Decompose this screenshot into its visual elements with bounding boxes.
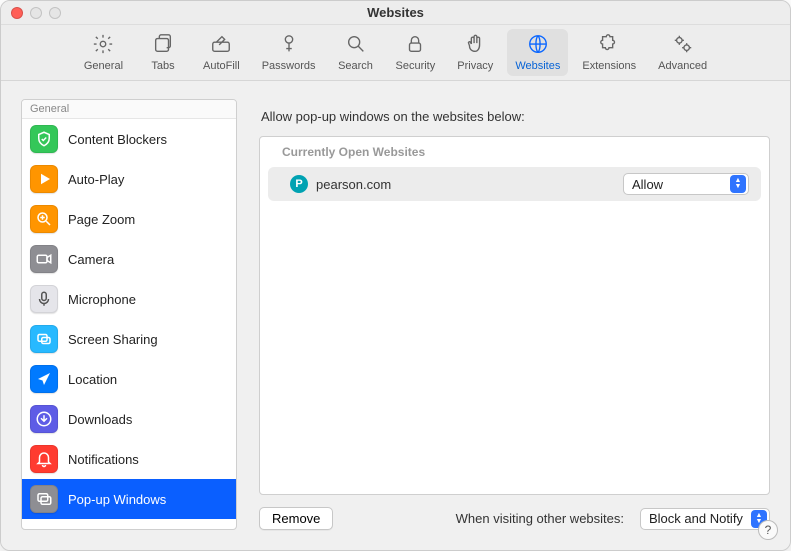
toolbar-label: General (84, 60, 123, 72)
default-policy-select[interactable]: Block and Notify ▲▼ (640, 508, 770, 530)
search-icon (345, 33, 367, 58)
hand-icon (464, 33, 486, 58)
sidebar-item-label: Notifications (68, 452, 139, 467)
toolbar-label: Privacy (457, 60, 493, 72)
site-permission-select[interactable]: Allow ▲▼ (623, 173, 749, 195)
window-title: Websites (1, 5, 790, 20)
sidebar-item-label: Downloads (68, 412, 132, 427)
pencil-box-icon (210, 33, 232, 58)
download-icon (30, 405, 58, 433)
website-row[interactable]: P pearson.com Allow ▲▼ (268, 167, 761, 201)
location-arrow-icon (30, 365, 58, 393)
sidebar-section-header: General (22, 100, 236, 119)
help-button[interactable]: ? (758, 520, 778, 540)
toolbar-label: Security (396, 60, 436, 72)
toolbar-label: Tabs (151, 60, 174, 72)
tabs-icon (152, 33, 174, 58)
sidebar-item-location[interactable]: Location (22, 359, 236, 399)
toolbar-label: Extensions (582, 60, 636, 72)
toolbar-security[interactable]: Security (388, 29, 444, 76)
sidebar-item-notifications[interactable]: Notifications (22, 439, 236, 479)
sidebar-item-camera[interactable]: Camera (22, 239, 236, 279)
sidebar-item-downloads[interactable]: Downloads (22, 399, 236, 439)
gear-icon (92, 33, 114, 58)
toolbar-privacy[interactable]: Privacy (449, 29, 501, 76)
toolbar-label: Search (338, 60, 373, 72)
microphone-icon (30, 285, 58, 313)
pane-header: Allow pop-up windows on the websites bel… (261, 109, 770, 124)
sidebar-item-microphone[interactable]: Microphone (22, 279, 236, 319)
key-icon (278, 33, 300, 58)
default-policy-label: When visiting other websites: (456, 511, 624, 526)
puzzle-icon (598, 33, 620, 58)
lock-icon (404, 33, 426, 58)
camera-icon (30, 245, 58, 273)
sidebar-item-label: Auto-Play (68, 172, 124, 187)
toolbar-label: Passwords (262, 60, 316, 72)
remove-button[interactable]: Remove (259, 507, 333, 530)
toolbar-general[interactable]: General (76, 29, 131, 76)
toolbar-extensions[interactable]: Extensions (574, 29, 644, 76)
gears-icon (672, 33, 694, 58)
zoom-icon (30, 205, 58, 233)
sidebar-item-label: Content Blockers (68, 132, 167, 147)
screens-icon (30, 325, 58, 353)
toolbar-autofill[interactable]: AutoFill (195, 29, 248, 76)
sidebar-item-popup-windows[interactable]: Pop-up Windows (22, 479, 236, 519)
list-subheader: Currently Open Websites (260, 137, 769, 167)
sidebar-item-label: Page Zoom (68, 212, 135, 227)
toolbar-search[interactable]: Search (330, 29, 382, 76)
shield-check-icon (30, 125, 58, 153)
sidebar-item-screen-sharing[interactable]: Screen Sharing (22, 319, 236, 359)
sidebar-item-auto-play[interactable]: Auto-Play (22, 159, 236, 199)
toolbar-label: Advanced (658, 60, 707, 72)
toolbar-label: Websites (515, 60, 560, 72)
sidebar-item-content-blockers[interactable]: Content Blockers (22, 119, 236, 159)
select-value: Block and Notify (649, 511, 743, 526)
sidebar-item-label: Pop-up Windows (68, 492, 166, 507)
toolbar-advanced[interactable]: Advanced (650, 29, 715, 76)
sidebar-item-label: Screen Sharing (68, 332, 158, 347)
prefs-toolbar: General Tabs AutoFill Passwords Search S… (1, 25, 790, 81)
toolbar-websites[interactable]: Websites (507, 29, 568, 76)
windows-icon (30, 485, 58, 513)
site-domain: pearson.com (316, 177, 623, 192)
play-icon (30, 165, 58, 193)
sidebar-item-page-zoom[interactable]: Page Zoom (22, 199, 236, 239)
toolbar-label: AutoFill (203, 60, 240, 72)
sidebar-item-label: Microphone (68, 292, 136, 307)
site-favicon: P (290, 175, 308, 193)
sidebar-item-label: Camera (68, 252, 114, 267)
select-stepper-icon: ▲▼ (730, 175, 746, 193)
toolbar-passwords[interactable]: Passwords (254, 29, 324, 76)
bell-icon (30, 445, 58, 473)
sidebar: General Content Blockers Auto-Play Page … (21, 99, 237, 530)
select-value: Allow (632, 177, 663, 192)
titlebar: Websites (1, 1, 790, 25)
sidebar-item-label: Location (68, 372, 117, 387)
globe-icon (527, 33, 549, 58)
website-list: Currently Open Websites P pearson.com Al… (259, 136, 770, 495)
toolbar-tabs[interactable]: Tabs (137, 29, 189, 76)
